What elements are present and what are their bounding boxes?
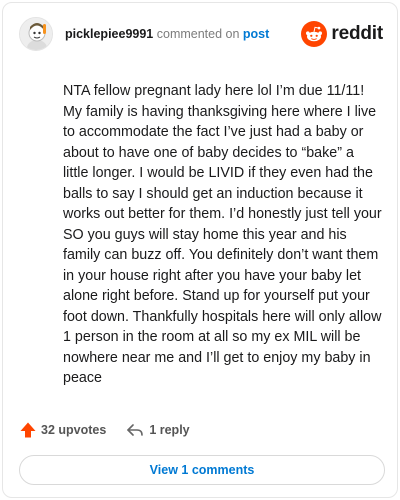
reply-button[interactable]: 1 reply — [126, 422, 190, 438]
upvote-button[interactable]: 32 upvotes — [19, 421, 106, 439]
comment-header: picklepiee9991 commented on post reddit — [19, 17, 383, 53]
upvote-count: 32 upvotes — [41, 423, 107, 437]
commented-on-text: commented on — [153, 27, 243, 41]
view-comments-button[interactable]: View 1 comments — [19, 455, 385, 485]
reddit-brand[interactable]: reddit — [301, 20, 383, 48]
reply-count: 1 reply — [149, 423, 190, 437]
avatar-icon — [20, 18, 52, 50]
comment-meta: picklepiee9991 commented on post — [65, 26, 269, 42]
post-link[interactable]: post — [243, 27, 269, 41]
comment-card: picklepiee9991 commented on post reddit … — [2, 2, 398, 498]
username[interactable]: picklepiee9991 — [65, 27, 153, 41]
reddit-wordmark: reddit — [331, 23, 383, 44]
reddit-snoo-icon — [301, 21, 328, 47]
reply-arrow-icon — [127, 424, 144, 436]
comment-footer: 32 upvotes 1 reply — [19, 419, 190, 441]
upvote-arrow-icon — [20, 422, 36, 438]
comment-body: NTA fellow pregnant lady here lol I’m du… — [63, 83, 386, 386]
avatar[interactable] — [19, 17, 53, 51]
